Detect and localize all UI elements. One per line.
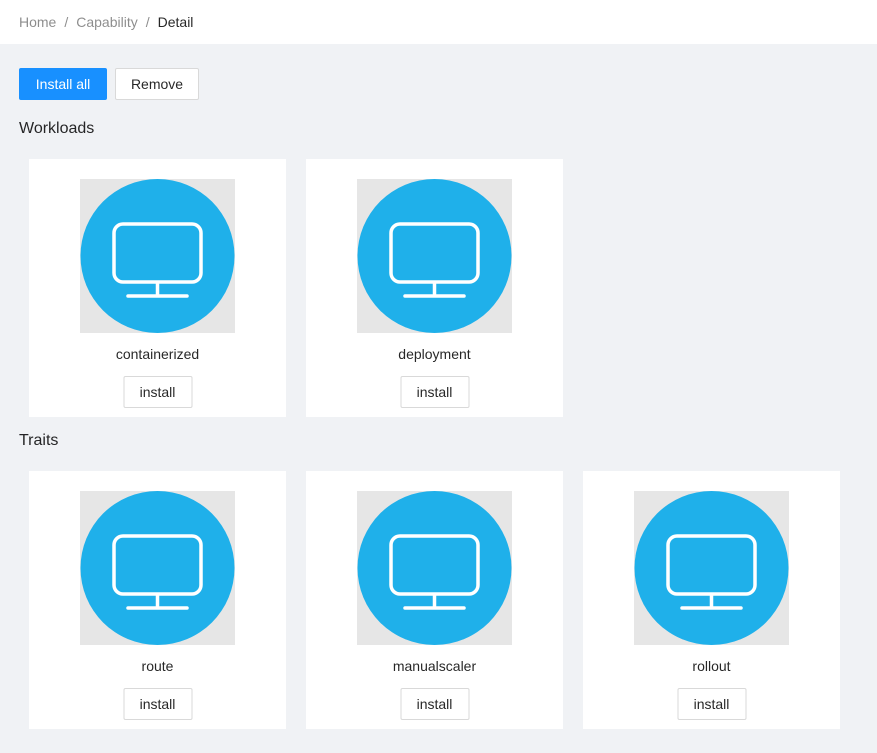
breadcrumb-capability[interactable]: Capability — [76, 14, 137, 30]
capability-card-manualscaler: manualscaler install — [306, 471, 563, 729]
install-button[interactable]: install — [123, 376, 192, 408]
capability-name: route — [141, 658, 174, 674]
capability-name: manualscaler — [392, 658, 477, 674]
traits-section-title: Traits — [19, 432, 59, 449]
workloads-section-title: Workloads — [19, 120, 95, 137]
monitor-icon — [357, 491, 512, 645]
breadcrumb-home[interactable]: Home — [19, 14, 56, 30]
monitor-icon — [357, 179, 512, 333]
remove-button[interactable]: Remove — [115, 68, 199, 100]
capability-name: containerized — [115, 346, 200, 362]
monitor-icon — [80, 179, 235, 333]
install-button[interactable]: install — [123, 688, 192, 720]
capability-card-containerized: containerized install — [29, 159, 286, 417]
breadcrumb-detail: Detail — [157, 14, 194, 30]
install-button[interactable]: install — [677, 688, 746, 720]
toolbar: Install all Remove — [19, 68, 199, 100]
capability-name: deployment — [398, 346, 471, 362]
breadcrumb-separator: / — [145, 14, 150, 30]
monitor-icon — [80, 491, 235, 645]
install-button[interactable]: install — [400, 688, 469, 720]
breadcrumb-separator: / — [64, 14, 69, 30]
breadcrumb: Home / Capability / Detail — [0, 0, 877, 44]
monitor-icon — [634, 491, 789, 645]
capability-card-rollout: rollout install — [583, 471, 840, 729]
install-all-button[interactable]: Install all — [19, 68, 107, 100]
capability-name: rollout — [692, 658, 731, 674]
capability-card-deployment: deployment install — [306, 159, 563, 417]
install-button[interactable]: install — [400, 376, 469, 408]
capability-card-route: route install — [29, 471, 286, 729]
